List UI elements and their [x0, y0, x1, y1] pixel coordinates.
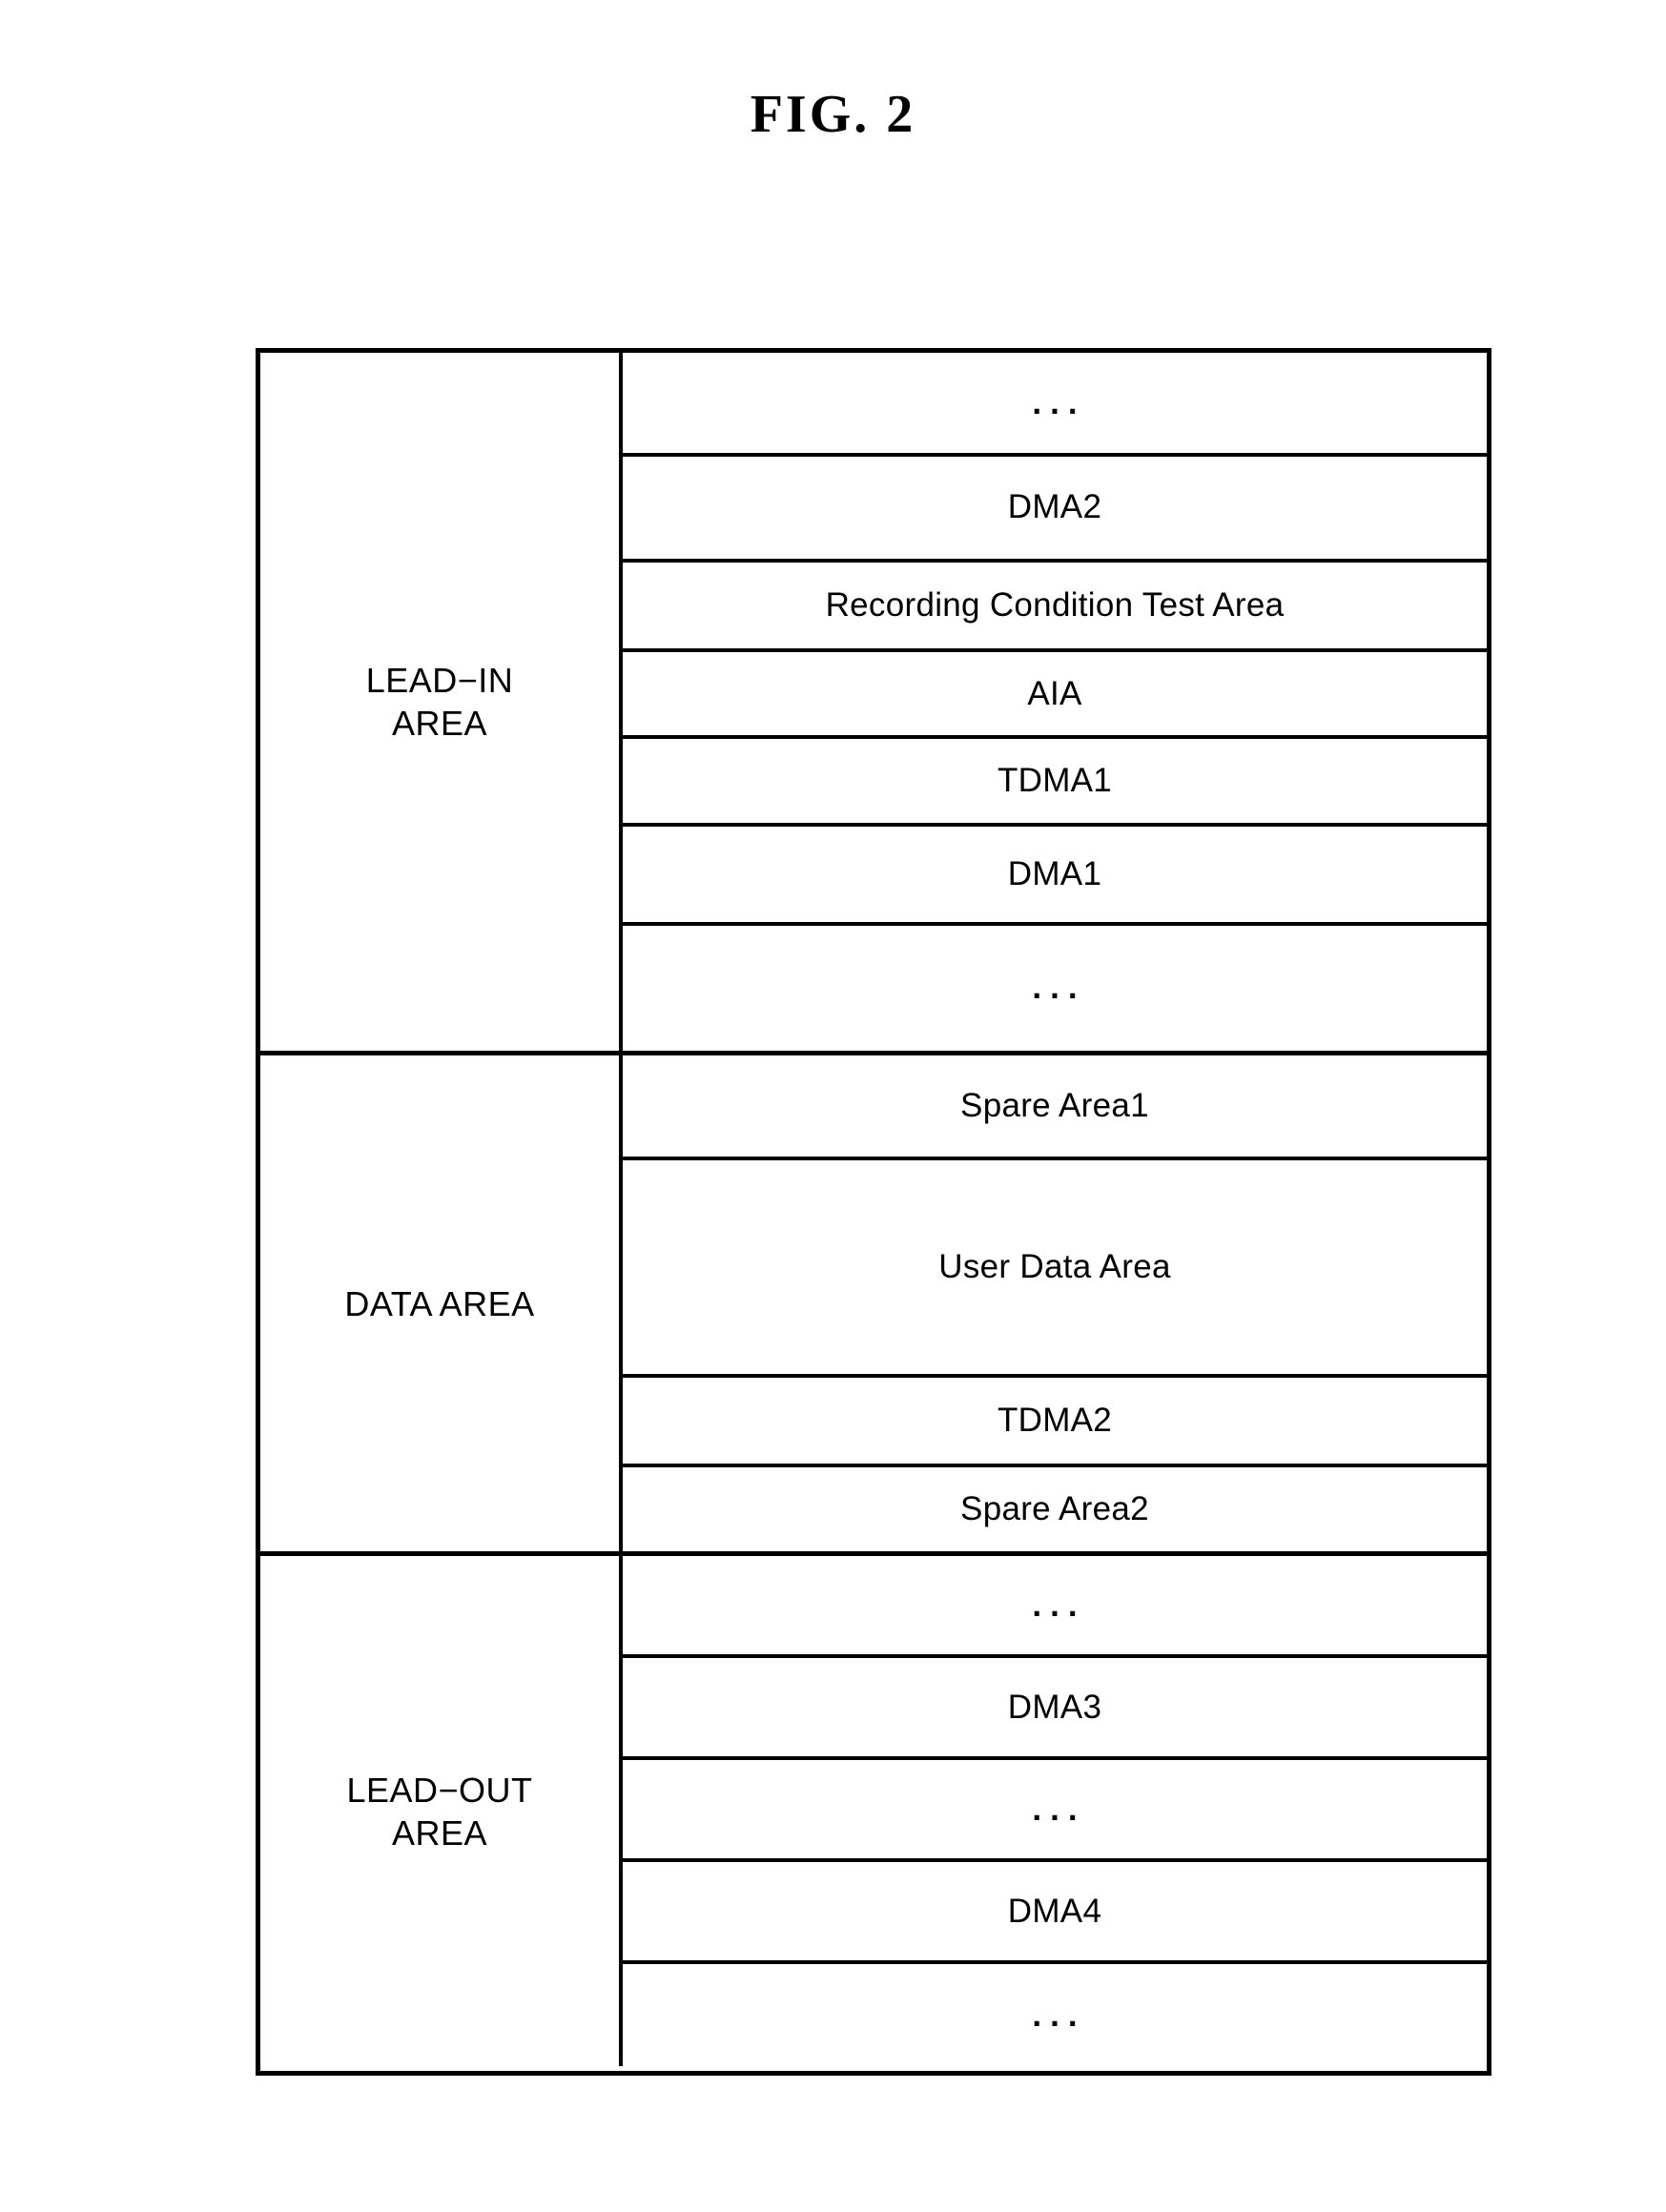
row-ellipsis: ... — [623, 1964, 1487, 2066]
diagram-section: LEAD−OUT AREA... DMA3... DMA4... — [260, 1556, 1487, 2066]
row-area: DMA1 — [623, 827, 1487, 926]
ellipsis-label: ... — [1032, 1586, 1086, 1624]
row-area: Recording Condition Test Area — [623, 563, 1487, 652]
diagram-section: LEAD−IN AREA... DMA2 Recording Condition T… — [260, 353, 1487, 1055]
figure-title: FIG. 2 — [750, 85, 916, 144]
row-area: DMA2 — [623, 457, 1487, 563]
row-ellipsis: ... — [623, 353, 1487, 458]
row-area: Spare Area2 — [623, 1467, 1487, 1551]
area-label: DMA1 — [1007, 854, 1102, 892]
row-ellipsis: ... — [623, 926, 1487, 1051]
ellipsis-label: ... — [1032, 969, 1086, 1007]
row-ellipsis: ... — [623, 1760, 1487, 1862]
area-label: DMA2 — [1007, 488, 1102, 526]
row-area: TDMA1 — [623, 739, 1487, 827]
area-label: Recording Condition Test Area — [825, 585, 1285, 624]
section-label: LEAD−IN AREA — [260, 353, 623, 1051]
ellipsis-label: ... — [1032, 383, 1086, 421]
area-label: TDMA2 — [997, 1401, 1113, 1439]
area-label: DMA3 — [1007, 1688, 1102, 1726]
area-label: AIA — [1027, 674, 1082, 712]
area-label: Spare Area2 — [960, 1489, 1149, 1527]
row-area: DMA3 — [623, 1658, 1487, 1760]
section-rows: ... DMA2 Recording Condition Test Area AIA T… — [623, 353, 1487, 1051]
diagram-section: DATA AREA Spare Area1 User Data Area TDMA2 S… — [260, 1055, 1487, 1556]
section-label: DATA AREA — [260, 1055, 623, 1551]
row-area: TDMA2 — [623, 1378, 1487, 1467]
section-label: LEAD−OUT AREA — [260, 1556, 623, 2066]
row-area: DMA4 — [623, 1862, 1487, 1964]
section-rows: Spare Area1 User Data Area TDMA2 Spare Area… — [623, 1055, 1487, 1551]
area-label: DMA4 — [1007, 1892, 1102, 1930]
section-rows: ... DMA3... DMA4... — [623, 1556, 1487, 2066]
area-label: Spare Area1 — [960, 1086, 1149, 1124]
row-area: User Data Area — [623, 1160, 1487, 1378]
area-label: User Data Area — [938, 1247, 1171, 1285]
row-ellipsis: ... — [623, 1556, 1487, 1658]
disc-layout-diagram: LEAD−IN AREA... DMA2 Recording Condition T… — [256, 348, 1491, 2076]
row-area: AIA — [623, 652, 1487, 740]
ellipsis-label: ... — [1032, 1996, 1086, 2034]
row-area: Spare Area1 — [623, 1055, 1487, 1160]
area-label: TDMA1 — [997, 761, 1113, 799]
ellipsis-label: ... — [1032, 1790, 1086, 1828]
